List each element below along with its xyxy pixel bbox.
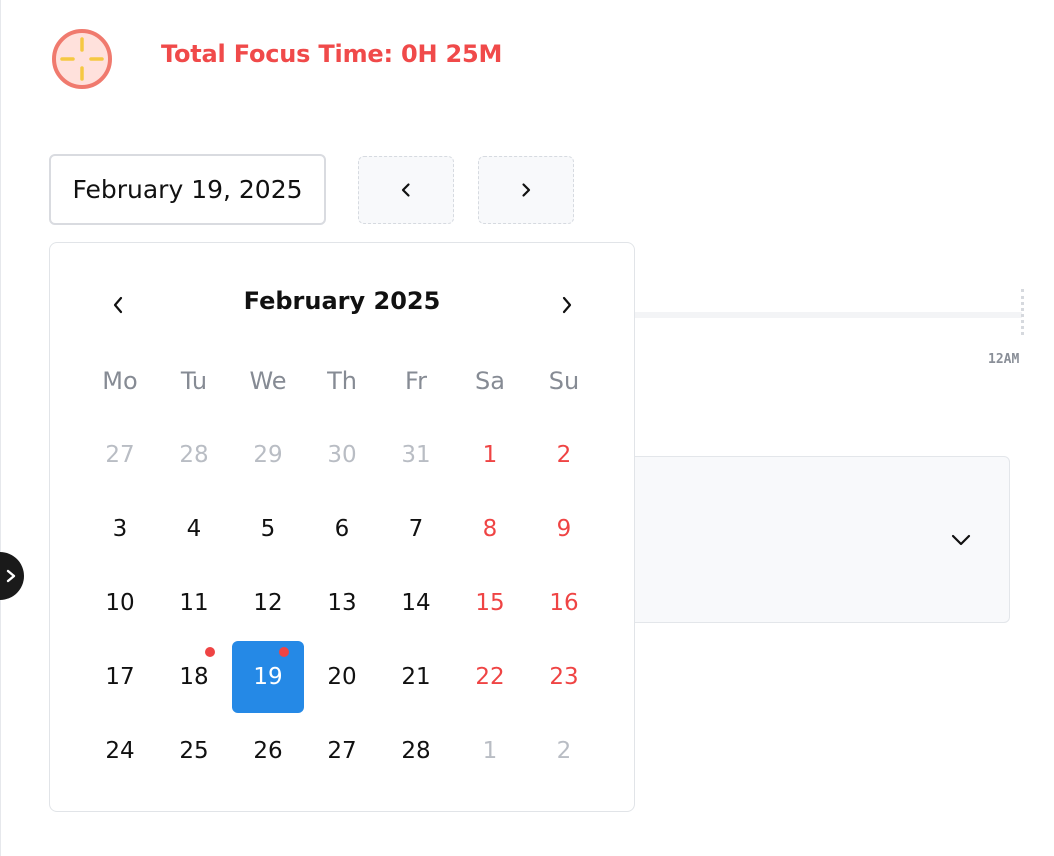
calendar-day[interactable]: 23 [528, 641, 600, 713]
calendar-day[interactable]: 26 [232, 715, 304, 787]
calendar-month-title: February 2025 [243, 287, 441, 315]
calendar-day[interactable]: 9 [528, 493, 600, 565]
chevron-down-icon[interactable] [950, 532, 972, 548]
date-input[interactable]: February 19, 2025 [49, 154, 326, 225]
calendar-day[interactable]: 4 [158, 493, 230, 565]
chevron-right-icon [522, 183, 531, 197]
crosshair-target-icon [52, 29, 112, 89]
calendar-day[interactable]: 27 [306, 715, 378, 787]
calendar-day[interactable]: 11 [158, 567, 230, 639]
calendar-day[interactable]: 14 [380, 567, 452, 639]
calendar-day[interactable]: 30 [306, 419, 378, 491]
calendar-day[interactable]: 12 [232, 567, 304, 639]
calendar-day[interactable]: 2 [528, 715, 600, 787]
session-panel[interactable] [600, 456, 1010, 623]
calendar-day[interactable]: 31 [380, 419, 452, 491]
calendar-day[interactable]: 1 [454, 715, 526, 787]
timeline-end-marker [1021, 289, 1024, 335]
calendar-day[interactable]: 10 [84, 567, 156, 639]
calendar-day[interactable]: 1 [454, 419, 526, 491]
timeline-end-label: 12AM [988, 352, 1020, 367]
left-divider [0, 0, 1, 856]
sidebar-toggle-button[interactable] [0, 552, 24, 600]
calendar-day[interactable]: 20 [306, 641, 378, 713]
weekday-label: Th [327, 367, 357, 395]
chevron-right-icon [6, 569, 16, 583]
weekday-label: Fr [405, 367, 427, 395]
session-indicator-dot [205, 647, 215, 657]
chevron-right-icon [562, 296, 572, 314]
calendar-day[interactable]: 21 [380, 641, 452, 713]
calendar-day[interactable]: 13 [306, 567, 378, 639]
calendar-day[interactable]: 18 [158, 641, 230, 713]
weekday-label: Mo [102, 367, 138, 395]
calendar-day[interactable]: 22 [454, 641, 526, 713]
calendar-day[interactable]: 29 [232, 419, 304, 491]
calendar-day[interactable]: 2 [528, 419, 600, 491]
calendar-day[interactable]: 8 [454, 493, 526, 565]
calendar-day[interactable]: 15 [454, 567, 526, 639]
chevron-left-icon [401, 183, 410, 197]
weekday-label: Su [548, 367, 580, 395]
calendar-day[interactable]: 3 [84, 493, 156, 565]
calendar-day[interactable]: 5 [232, 493, 304, 565]
calendar-popup: February 2025 Mo Tu We Th Fr Sa Su 27 28 29 30 31 1 2… [49, 242, 635, 812]
focus-page: Total Focus Time: 0H 25M February 19, 20… [0, 0, 1054, 856]
calendar-day[interactable]: 28 [380, 715, 452, 787]
calendar-day[interactable]: 7 [380, 493, 452, 565]
calendar-day[interactable]: 16 [528, 567, 600, 639]
calendar-day-selected[interactable]: 19 [232, 641, 304, 713]
calendar-day[interactable]: 24 [84, 715, 156, 787]
calendar-day[interactable]: 25 [158, 715, 230, 787]
calendar-day[interactable]: 27 [84, 419, 156, 491]
timeline-track [634, 312, 1022, 318]
total-focus-time: Total Focus Time: 0H 25M [161, 40, 503, 68]
calendar-day[interactable]: 28 [158, 419, 230, 491]
calendar-day[interactable]: 6 [306, 493, 378, 565]
weekday-label: Tu [180, 367, 208, 395]
next-day-button[interactable] [478, 156, 574, 224]
previous-day-button[interactable] [358, 156, 454, 224]
session-indicator-dot [279, 647, 289, 657]
calendar-day[interactable]: 17 [84, 641, 156, 713]
next-month-button[interactable] [555, 293, 579, 317]
weekday-label: Sa [475, 367, 505, 395]
weekday-label: We [249, 367, 287, 395]
